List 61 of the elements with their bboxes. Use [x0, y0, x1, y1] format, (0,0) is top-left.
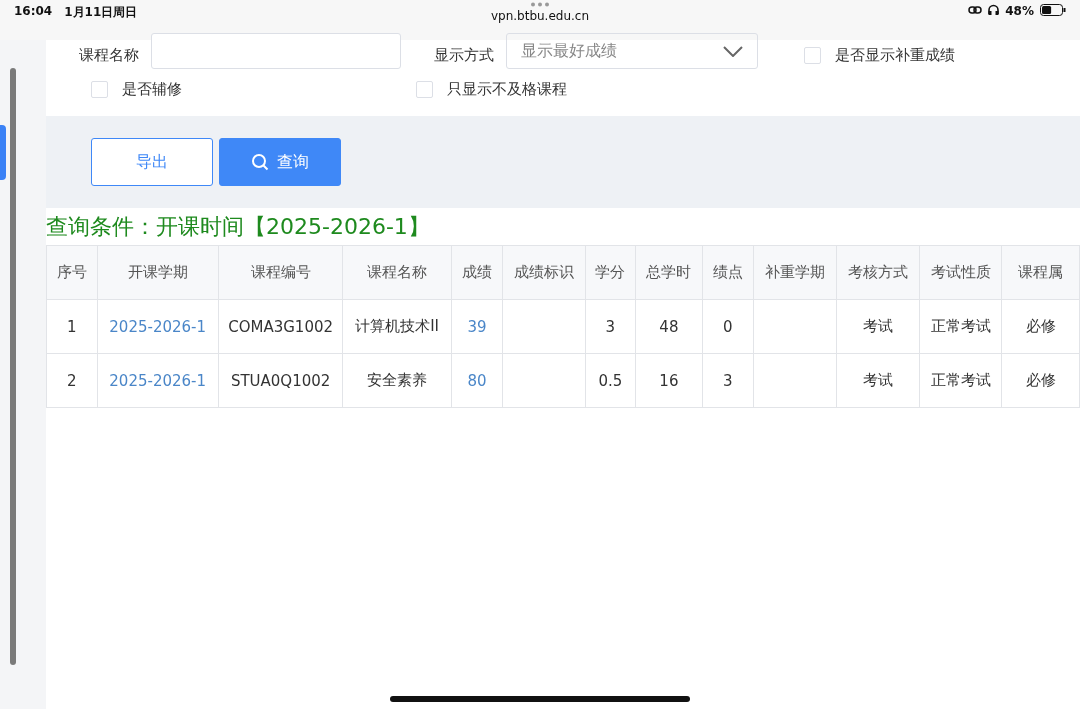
table-cell: 16 [635, 353, 703, 408]
display-mode-select[interactable]: 显示最好成绩 [506, 33, 758, 69]
table-cell: 正常考试 [919, 353, 1002, 408]
url[interactable]: vpn.btbu.edu.cn [490, 9, 590, 23]
column-header: 学分 [585, 245, 636, 300]
table-cell: 0 [702, 299, 754, 354]
column-header: 开课学期 [97, 245, 219, 300]
column-header: 课程编号 [218, 245, 343, 300]
home-indicator[interactable] [390, 696, 690, 702]
table-cell: 48 [635, 299, 703, 354]
table-cell: 必修 [1001, 353, 1080, 408]
more-icon[interactable] [530, 2, 550, 7]
column-header: 考试性质 [919, 245, 1002, 300]
table-link[interactable]: 2025-2026-1 [97, 353, 219, 408]
column-header: 课程名称 [342, 245, 452, 300]
column-header: 课程属 [1001, 245, 1080, 300]
column-header: 绩点 [702, 245, 754, 300]
battery-percent: 48% [1005, 4, 1034, 18]
battery-icon [1040, 4, 1066, 16]
date: 1月11日周日 [64, 4, 138, 21]
table-link[interactable]: 80 [451, 353, 503, 408]
headphones-icon [988, 4, 1000, 16]
checkbox-label: 是否辅修 [122, 79, 182, 99]
table-cell: 考试 [836, 353, 920, 408]
checkbox[interactable] [416, 80, 433, 98]
column-header: 成绩 [451, 245, 503, 300]
column-header: 成绩标识 [502, 245, 586, 300]
table-cell: 1 [46, 299, 98, 354]
table-cell: 2 [46, 353, 98, 408]
table-cell: 3 [702, 353, 754, 408]
field-label: 课程名称 [79, 45, 139, 65]
side-tab[interactable] [0, 125, 6, 180]
course-name-field[interactable] [151, 33, 401, 69]
time: 16:04 [14, 4, 53, 18]
column-header: 补重学期 [753, 245, 837, 300]
column-header: 总学时 [635, 245, 703, 300]
query-condition: 查询条件：开课时间【2025-2026-1】 [46, 212, 431, 241]
scrollbar[interactable] [10, 68, 16, 665]
table-cell: 考试 [836, 299, 920, 354]
table-cell: 正常考试 [919, 299, 1002, 354]
export-button[interactable]: 导出 [91, 138, 213, 186]
table-cell: 安全素养 [342, 353, 452, 408]
table-link[interactable]: 39 [451, 299, 503, 354]
table-cell: STUA0Q1002 [218, 353, 343, 408]
checkbox-label: 是否显示补重成绩 [835, 45, 955, 65]
column-header: 序号 [46, 245, 98, 300]
table-cell: COMA3G1002 [218, 299, 343, 354]
link-icon [968, 4, 983, 16]
checkbox-label: 只显示不及格课程 [447, 79, 567, 99]
field-label: 显示方式 [434, 45, 494, 65]
column-header: 考核方式 [836, 245, 920, 300]
checkbox[interactable] [91, 80, 108, 98]
search-button[interactable]: 查询 [219, 138, 341, 186]
search-icon [251, 153, 269, 171]
table-cell: 3 [585, 299, 636, 354]
table-link[interactable]: 2025-2026-1 [97, 299, 219, 354]
checkbox[interactable] [804, 46, 821, 64]
chevron-down-icon [723, 45, 743, 57]
table-cell: 必修 [1001, 299, 1080, 354]
table-cell: 0.5 [585, 353, 636, 408]
table-cell: 计算机技术II [342, 299, 452, 354]
